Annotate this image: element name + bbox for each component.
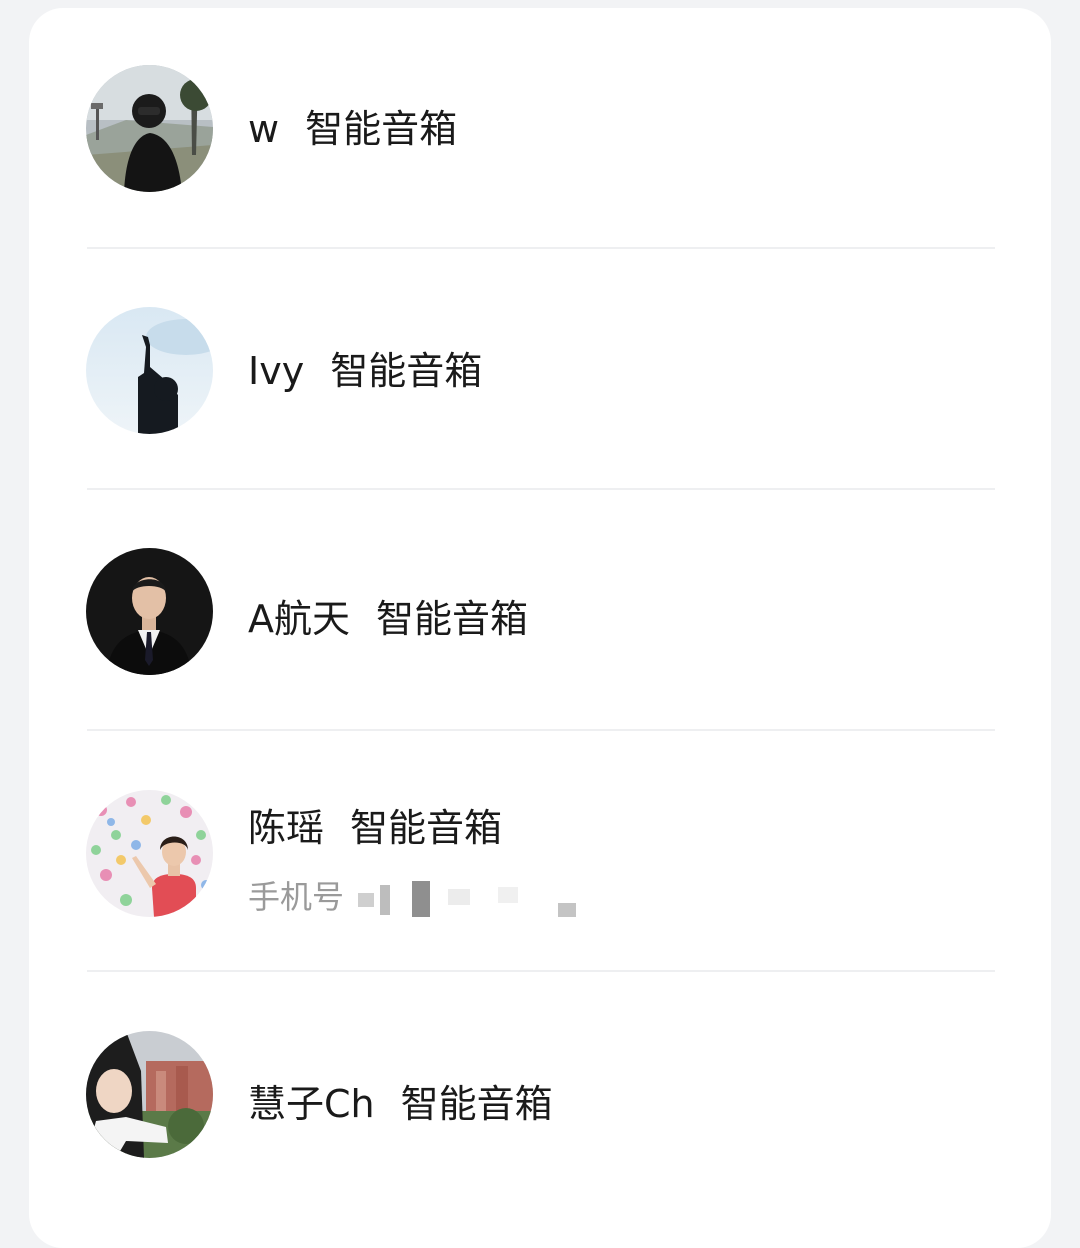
contact-name-line: w 智能音箱 — [248, 110, 457, 148]
avatar-icon — [86, 790, 213, 917]
avatar-icon — [86, 1031, 213, 1158]
contact-list-card: w 智能音箱 Ivy 智能音箱 A航天 智能音箱 陈瑶 智能音箱 手机号 慧子C… — [29, 8, 1051, 1248]
contact-name-line: 慧子Ch 智能音箱 — [248, 1085, 553, 1123]
contact-name-line: Ivy 智能音箱 — [248, 352, 482, 390]
contact-name-line: A航天 智能音箱 — [248, 600, 528, 638]
avatar-icon — [86, 307, 213, 434]
contact-name: 慧子Ch — [248, 1082, 375, 1126]
contact-row[interactable]: Ivy 智能音箱 — [29, 249, 1051, 490]
contact-row[interactable]: 陈瑶 智能音箱 手机号 — [29, 731, 1051, 972]
contact-name: 陈瑶 — [248, 806, 325, 850]
phone-number-redacted — [358, 881, 588, 917]
contact-row[interactable]: w 智能音箱 — [29, 8, 1051, 249]
avatar-icon — [86, 548, 213, 675]
contact-name: A航天 — [248, 597, 350, 641]
contact-name-line: 陈瑶 智能音箱 — [248, 809, 502, 847]
avatar-icon — [86, 65, 213, 192]
contact-name: Ivy — [248, 349, 305, 393]
contact-name: w — [248, 107, 280, 151]
device-tag: 智能音箱 — [305, 107, 458, 151]
contact-row[interactable]: 慧子Ch 智能音箱 — [29, 972, 1051, 1213]
phone-line: 手机号 — [248, 881, 588, 917]
phone-label: 手机号 — [248, 878, 345, 916]
contact-row[interactable]: A航天 智能音箱 — [29, 490, 1051, 731]
device-tag: 智能音箱 — [330, 349, 483, 393]
device-tag: 智能音箱 — [400, 1082, 553, 1126]
device-tag: 智能音箱 — [350, 806, 503, 850]
device-tag: 智能音箱 — [376, 597, 529, 641]
